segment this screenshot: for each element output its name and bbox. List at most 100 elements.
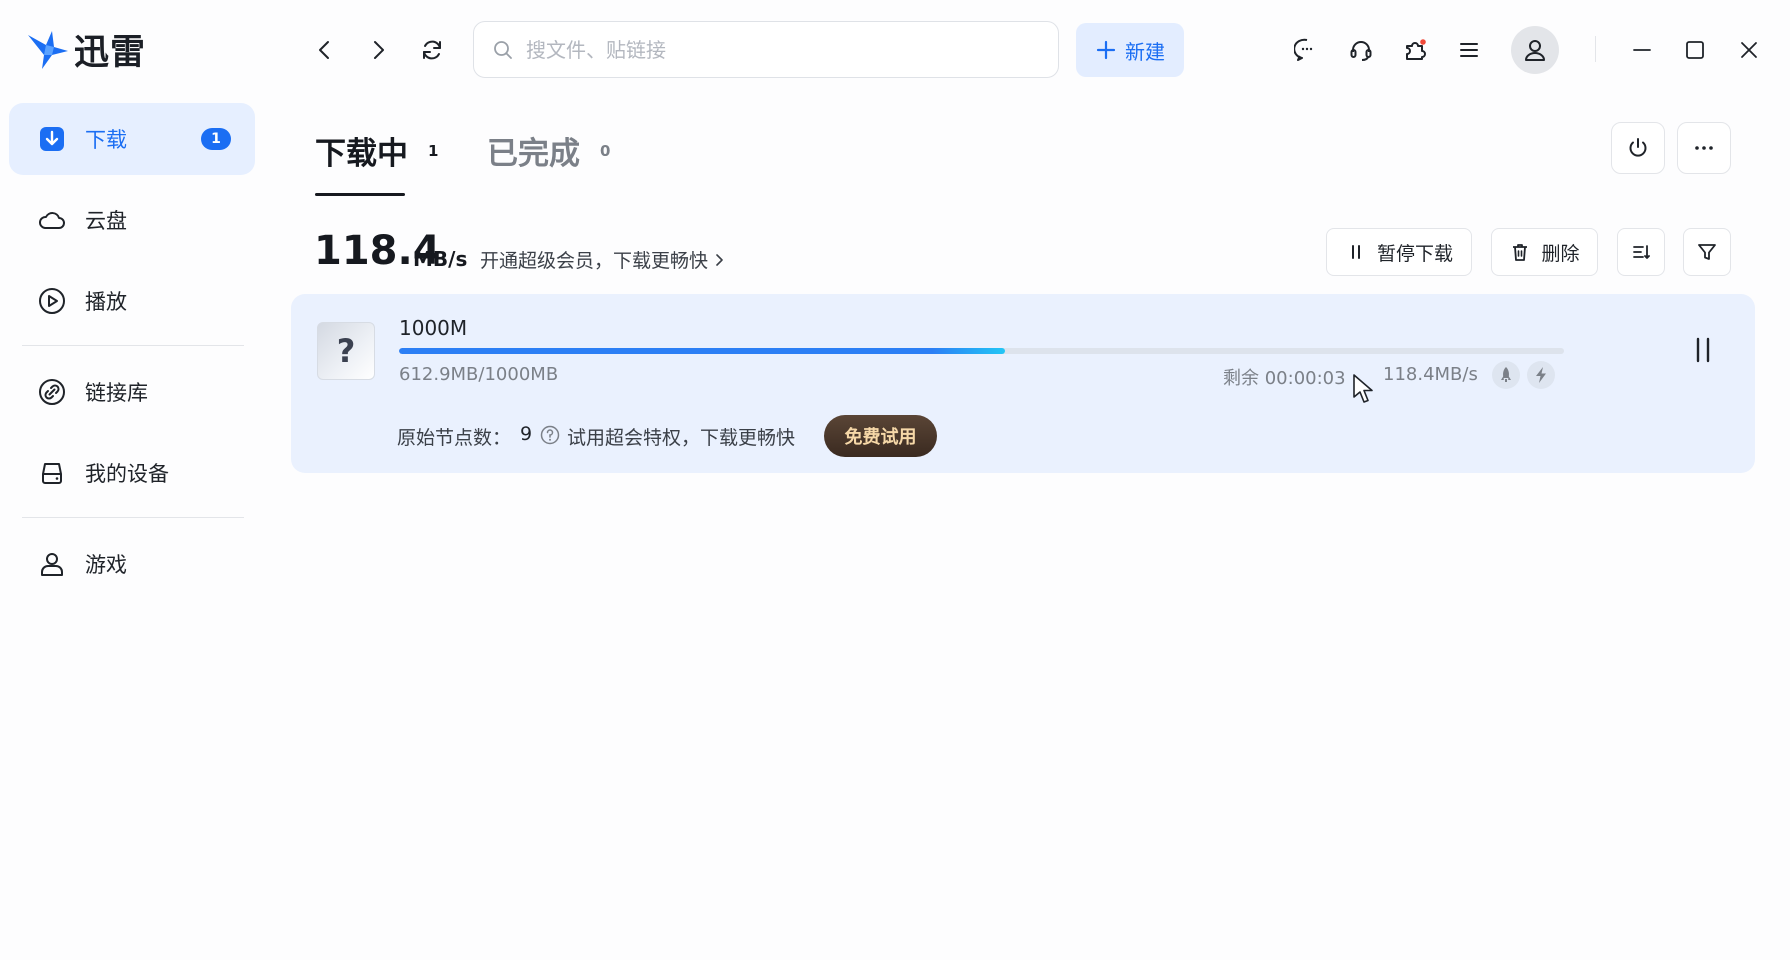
trash-icon [1513, 244, 1528, 261]
more-icon [1695, 146, 1713, 150]
tab-downloading[interactable]: 下载中 1 [315, 128, 438, 173]
minimize-icon [1633, 49, 1651, 51]
refresh-icon [423, 40, 441, 60]
maximize-icon [1686, 41, 1704, 59]
sort-button[interactable] [1617, 228, 1665, 276]
sidebar-item-my-devices[interactable]: 我的设备 [9, 437, 255, 509]
sidebar-item-label: 下载 [85, 128, 127, 152]
free-trial-button[interactable]: 免费试用 [824, 415, 937, 457]
headset-icon [1350, 41, 1372, 61]
sidebar-divider [22, 345, 244, 346]
sidebar-item-label: 我的设备 [85, 462, 169, 486]
tab-completed[interactable]: 已完成 0 [487, 128, 610, 173]
pause-icon [1696, 337, 1710, 363]
delete-label: 删除 [1541, 242, 1580, 265]
plugins-button[interactable] [1395, 30, 1435, 70]
sidebar-item-games[interactable]: 游戏 [9, 528, 255, 600]
help-icon[interactable] [539, 424, 561, 446]
avatar-icon [1525, 40, 1545, 61]
task-speed: 118.4MB/s [1383, 364, 1478, 385]
tab-label: 下载中 [315, 136, 408, 172]
forward-icon [374, 41, 384, 59]
search-box[interactable] [473, 21, 1059, 78]
sidebar-item-label: 链接库 [85, 381, 148, 405]
search-input[interactable] [526, 37, 1026, 62]
task-progress-fill [399, 348, 1006, 354]
task-file-name: 1000M [399, 316, 468, 340]
sidebar-item-play[interactable]: 播放 [9, 265, 255, 337]
download-icon [37, 124, 67, 154]
filter-icon [1698, 244, 1716, 260]
nodes-label: 原始节点数： [397, 427, 512, 449]
pause-all-button[interactable]: 暂停下载 [1326, 228, 1472, 276]
file-icon-glyph: ? [336, 332, 356, 370]
device-icon [37, 458, 67, 488]
maximize-button[interactable] [1675, 30, 1715, 70]
sidebar-item-cloud[interactable]: 云盘 [9, 184, 255, 256]
sidebar-item-label: 游戏 [85, 553, 127, 577]
task-progress-bar [399, 348, 1564, 354]
cloud-icon [37, 205, 67, 235]
download-count-badge: 1 [201, 128, 231, 150]
play-icon [37, 286, 67, 316]
tab-label: 已完成 [487, 136, 580, 172]
sidebar-item-link-library[interactable]: 链接库 [9, 356, 255, 428]
thunder-bird-icon [28, 31, 68, 69]
minimize-button[interactable] [1622, 30, 1662, 70]
download-task-card[interactable]: ? 1000M 612.9MB/1000MB 剩余 00:00:03 118.4… [291, 294, 1755, 473]
plus-icon [1096, 40, 1116, 60]
close-button[interactable] [1729, 30, 1769, 70]
user-avatar[interactable] [1511, 26, 1559, 74]
chevron-right-icon [716, 253, 723, 266]
mouse-cursor-icon [1353, 374, 1373, 403]
filter-button[interactable] [1683, 228, 1731, 276]
total-speed-unit: MB/s [413, 247, 468, 271]
task-size: 612.9MB/1000MB [399, 364, 559, 385]
close-icon [1741, 42, 1757, 58]
lightning-accel-badge[interactable] [1527, 361, 1555, 389]
rocket-icon [1501, 367, 1511, 382]
sidebar-item-label: 播放 [85, 290, 127, 314]
plugin-icon [1406, 39, 1426, 60]
rocket-accel-badge[interactable] [1492, 361, 1520, 389]
app-logo[interactable]: 迅雷 [26, 24, 146, 74]
message-button[interactable] [1287, 30, 1327, 70]
app-name: 迅雷 [74, 32, 147, 73]
refresh-button[interactable] [412, 30, 452, 70]
vip-promo-text: 开通超级会员，下载更畅快 [480, 250, 709, 272]
sidebar-divider [22, 517, 244, 518]
trial-promo-text: 试用超会特权，下载更畅快 [567, 427, 796, 449]
delete-button[interactable]: 删除 [1491, 228, 1598, 276]
unknown-file-icon: ? [317, 322, 375, 380]
more-button[interactable] [1677, 122, 1731, 174]
active-tab-indicator [315, 193, 405, 196]
support-button[interactable] [1341, 30, 1381, 70]
power-icon [1629, 138, 1647, 157]
back-button[interactable] [305, 30, 345, 70]
sidebar-item-download[interactable]: 下载 1 [9, 103, 255, 175]
nodes-count: 9 [520, 423, 533, 445]
task-pause-button[interactable] [1683, 330, 1723, 370]
tab-count: 1 [428, 142, 439, 160]
back-icon [319, 41, 329, 59]
search-icon [494, 40, 512, 59]
forward-button[interactable] [358, 30, 398, 70]
message-icon [1294, 38, 1313, 61]
sort-icon [1633, 245, 1650, 259]
link-icon [37, 377, 67, 407]
task-remaining-time: 剩余 00:00:03 [1223, 368, 1346, 389]
lightning-icon [1536, 367, 1546, 383]
menu-button[interactable] [1449, 30, 1489, 70]
new-task-button[interactable]: 新建 [1076, 23, 1184, 77]
menu-icon [1460, 43, 1478, 57]
tab-count: 0 [600, 142, 611, 160]
power-button[interactable] [1611, 122, 1665, 174]
pause-all-label: 暂停下载 [1376, 242, 1453, 265]
vip-promo-link[interactable]: 开通超级会员，下载更畅快 [480, 246, 726, 273]
sidebar-item-label: 云盘 [85, 209, 127, 233]
title-separator [1595, 36, 1596, 62]
game-icon [37, 549, 67, 579]
new-task-label: 新建 [1125, 39, 1165, 64]
sidebar: 迅雷 下载 1 云盘 播放 链接库 我的设备 游戏 [0, 0, 270, 960]
pause-icon [1351, 245, 1360, 259]
